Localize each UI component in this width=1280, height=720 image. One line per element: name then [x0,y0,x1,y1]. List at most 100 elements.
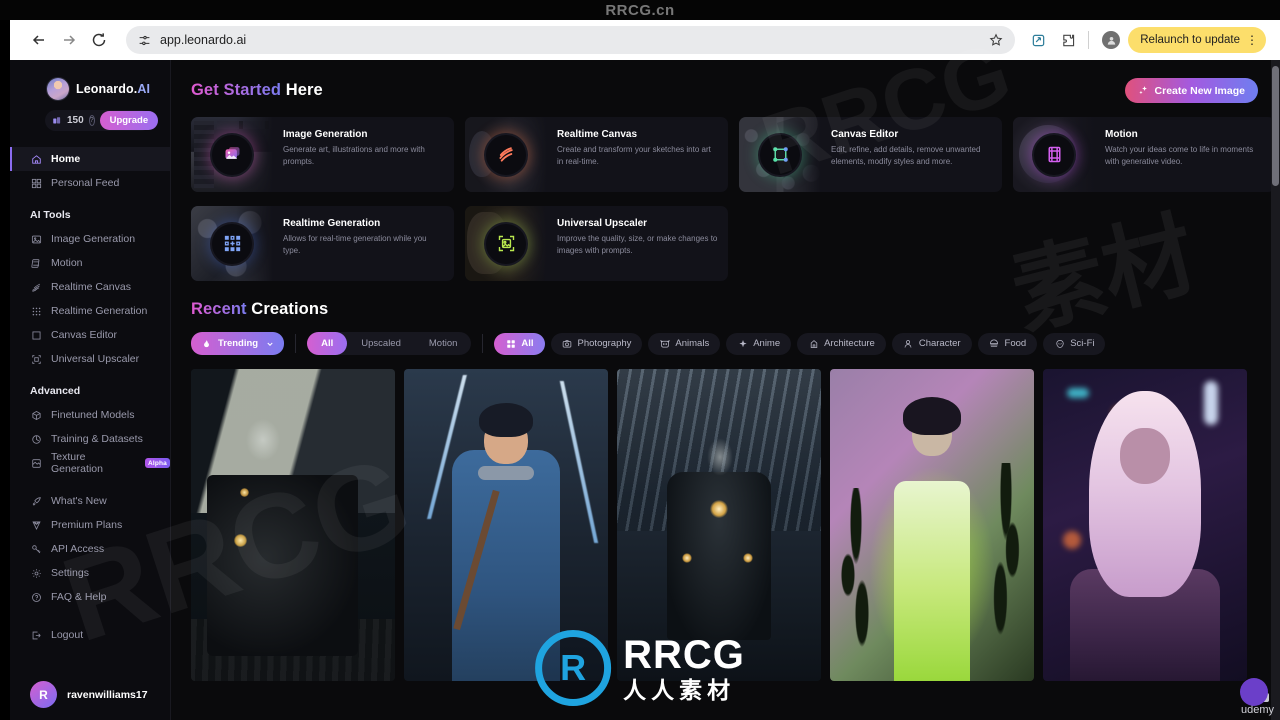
sidebar-item-finetuned-models[interactable]: Finetuned Models [10,403,170,427]
puzzle-icon[interactable] [1053,25,1083,55]
sidebar-item-realtime-generation[interactable]: Realtime Generation [10,299,170,323]
sidebar-item-realtime-canvas[interactable]: Realtime Canvas [10,275,170,299]
gallery-item[interactable] [191,369,395,681]
sidebar-item-premium-plans[interactable]: Premium Plans [10,513,170,537]
card-image-generation[interactable]: Image Generation Generate art, illustrat… [191,117,454,192]
scrollbar-track[interactable] [1271,60,1280,720]
sidebar-item-logout[interactable]: Logout [10,623,170,647]
category-sci-fi[interactable]: Sci-Fi [1043,332,1106,355]
kebab-menu-icon[interactable]: ⋮ [1246,34,1258,46]
card-body: Canvas Editor Edit, refine, add details,… [821,117,1002,192]
card-body: Image Generation Generate art, illustrat… [273,117,454,192]
card-motion[interactable]: Motion Watch your ideas come to life in … [1013,117,1275,192]
back-arrow-icon[interactable] [24,25,54,55]
sidebar-item-label: Texture Generation [51,451,103,475]
sidebar-item-training-datasets[interactable]: Training & Datasets [10,427,170,451]
sidebar-item-api-access[interactable]: API Access [10,537,170,561]
screenshot-root: RRCG.cn app.leonardo.ai Relaunch to upda… [0,0,1280,720]
user-profile-row[interactable]: R ravenwilliams17 [10,681,171,708]
card-canvas-editor[interactable]: Canvas Editor Edit, refine, add details,… [739,117,1002,192]
chevron-down-icon [264,338,275,349]
image-detail [1067,387,1090,398]
building-icon [808,338,819,349]
sidebar-item-motion[interactable]: Motion [10,251,170,275]
star-icon[interactable] [989,33,1003,47]
category-label: Food [1004,338,1027,349]
segment-motion[interactable]: Motion [415,332,472,355]
card-realtime-generation[interactable]: Realtime Generation Allows for real-time… [191,206,454,281]
token-icon [52,116,62,126]
upgrade-button[interactable]: Upgrade [99,111,159,130]
app-viewport: Leonardo.AI 150 ? Upgrade Home Personal … [10,60,1280,720]
card-thumbnail [465,206,547,281]
avatar[interactable] [1102,31,1121,49]
card-realtime-canvas[interactable]: Realtime Canvas Create and transform you… [465,117,728,192]
image-detail [1089,390,1201,597]
card-description: Create and transform your sketches into … [557,145,711,166]
image-icon [30,233,42,245]
grid-icon [30,177,42,189]
category-food[interactable]: Food [977,332,1038,355]
image-detail [191,618,395,681]
recent-title-rest: Creations [246,300,329,318]
credits-widget[interactable]: 150 ? Upgrade [45,110,159,131]
gallery-item[interactable] [617,369,821,681]
question-mark-icon[interactable]: ? [88,115,95,126]
filter-divider-2 [482,334,484,353]
card-description: Improve the quality, size, or make chang… [557,234,718,255]
address-bar[interactable]: app.leonardo.ai [126,26,1016,54]
sidebar-item-texture-generation[interactable]: Texture Generation Alpha [10,451,170,475]
segment-upscaled[interactable]: Upscaled [347,332,415,355]
sidebar-item-personal-feed[interactable]: Personal Feed [10,171,170,195]
image-detail [903,397,961,436]
scrollbar-thumb[interactable] [1272,66,1279,186]
image-detail [836,487,877,663]
category-label: All [521,338,534,349]
tune-icon[interactable] [138,34,151,47]
reload-icon[interactable] [84,25,114,55]
relaunch-to-update-button[interactable]: Relaunch to update ⋮ [1128,27,1266,53]
image-detail [233,534,247,548]
realtime-canvas-icon [486,134,526,175]
sidebar-item-label: Canvas Editor [51,329,117,341]
category-all[interactable]: All [494,332,545,355]
sidebar-item-settings[interactable]: Settings [10,561,170,585]
card-title: Image Generation [283,129,368,140]
toolbar-divider [1088,31,1090,49]
sidebar-item-label: What's New [51,495,107,507]
share-icon[interactable] [1023,25,1053,55]
sidebar-item-faq-help[interactable]: FAQ & Help [10,585,170,609]
gallery-item[interactable] [404,369,608,681]
brand[interactable]: Leonardo.AI [10,70,170,100]
sidebar-item-home[interactable]: Home [10,147,170,171]
card-universal-upscaler[interactable]: Universal Upscaler Improve the quality, … [465,206,728,281]
camera-icon [562,338,573,349]
create-new-image-button[interactable]: Create New Image [1124,78,1258,103]
category-character[interactable]: Character [891,332,972,355]
avatar: R [30,681,57,708]
image-detail [479,403,533,438]
sidebar-item-image-generation[interactable]: Image Generation [10,227,170,251]
card-body: Realtime Generation Allows for real-time… [273,206,454,281]
gallery-item[interactable] [1043,369,1247,681]
sidebar-item-label: Finetuned Models [51,409,135,421]
sidebar-item-universal-upscaler[interactable]: Universal Upscaler [10,347,170,371]
category-architecture[interactable]: Architecture [797,332,886,355]
category-anime[interactable]: Anime [726,332,792,355]
dots-grid-icon [30,305,42,317]
sidebar-item-whats-new[interactable]: What's New [10,489,170,513]
trending-dropdown[interactable]: Trending [191,332,285,355]
motion-film-icon [1034,134,1074,175]
sparkle-small-icon [737,338,748,349]
sidebar-item-canvas-editor[interactable]: Canvas Editor [10,323,170,347]
gallery-item[interactable] [830,369,1034,681]
category-animals[interactable]: Animals [648,332,721,355]
card-title: Motion [1105,129,1138,140]
forward-arrow-icon[interactable] [54,25,84,55]
gear-icon [30,567,42,579]
category-label: Animals [675,338,710,349]
category-photography[interactable]: Photography [550,332,643,355]
sidebar-item-label: FAQ & Help [51,591,107,603]
sidebar: Leonardo.AI 150 ? Upgrade Home Personal … [10,60,171,720]
segment-all[interactable]: All [307,332,348,355]
